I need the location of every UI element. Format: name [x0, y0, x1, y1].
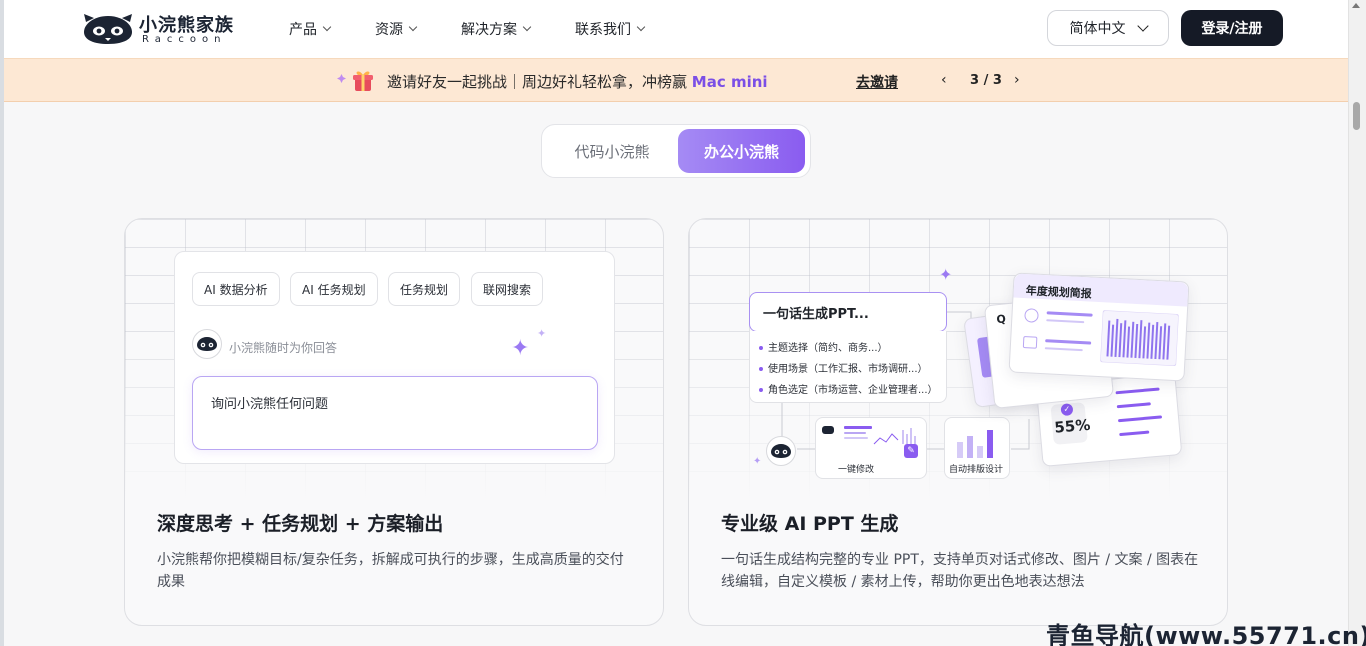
raccoon-icon: [771, 444, 791, 458]
ppt-option[interactable]: 主题选择（简约、商务...）: [759, 339, 888, 354]
nav-contact-label: 联系我们: [575, 22, 631, 38]
slide-line: [1115, 387, 1160, 395]
feature-card-deep-thinking: AI 数据分析 AI 任务规划 任务规划 联网搜索 小浣熊随时为你回答 ✦ ✦ …: [124, 218, 664, 626]
chip-task-planning[interactable]: 任务规划: [388, 272, 461, 306]
feature-card-ai-ppt: ✦ ✦ 一句话生成PPT... 主题选择（简约、商务...） 使用场景（工作汇报…: [688, 218, 1228, 626]
nav-contact[interactable]: 联系我们: [575, 19, 646, 39]
banner-message: 邀请好友一起挑战｜周边好礼轻松拿，冲榜赢 Mac mini: [387, 71, 768, 92]
slide-line: [1046, 319, 1085, 324]
target-icon: [1024, 308, 1039, 323]
avatar: [766, 436, 796, 466]
banner-highlight: Mac mini: [691, 73, 768, 91]
chevron-down-icon: [408, 22, 418, 32]
edit-icon[interactable]: ✎: [904, 444, 918, 458]
slide-line: [1044, 347, 1083, 352]
auto-layout-box[interactable]: 自动排版设计: [944, 417, 1010, 479]
ppt-prompt-input[interactable]: 一句话生成PPT...: [749, 292, 947, 332]
percent-value: 55%: [1053, 415, 1092, 437]
nav-solutions-label: 解决方案: [461, 22, 517, 38]
tab-code-raccoon[interactable]: 代码小浣熊: [548, 129, 676, 173]
ppt-option[interactable]: 使用场景（工作汇报、市场调研...）: [759, 360, 928, 375]
slide-line: [1117, 415, 1163, 423]
page: 小浣熊家族 Raccoon 产品 资源 解决方案 联系我们 简体中文 登录/注册: [4, 0, 1348, 646]
ppt-option[interactable]: 角色选定（市场运营、企业管理者...）: [759, 381, 938, 396]
sparkle-icon: ✦: [537, 327, 547, 340]
chip-ai-data-analysis[interactable]: AI 数据分析: [192, 272, 280, 306]
chevron-down-icon: [322, 22, 332, 32]
bar-chart-icon: [957, 430, 993, 458]
slide-line: [1119, 430, 1150, 437]
ask-input[interactable]: 询问小浣熊任何问题: [192, 376, 598, 450]
slide-annual-plan: 年度规划简报: [1008, 272, 1190, 382]
assistant-hint: 小浣熊随时为你回答: [229, 341, 338, 355]
chat-mockup: AI 数据分析 AI 任务规划 任务规划 联网搜索 小浣熊随时为你回答 ✦ ✦ …: [174, 251, 615, 464]
invite-link[interactable]: 去邀请: [856, 72, 898, 92]
scrollbar-thumb[interactable]: [1353, 102, 1360, 130]
card-title: 专业级 AI PPT 生成: [721, 513, 899, 535]
card-title: 深度思考 + 任务规划 + 方案输出: [157, 513, 444, 535]
nav-resources-label: 资源: [375, 22, 403, 38]
banner-text: 邀请好友一起挑战｜周边好礼轻松拿，冲榜赢: [387, 73, 692, 91]
banner-prev-button[interactable]: ‹: [941, 72, 947, 88]
slide-q-label: Q: [995, 312, 1007, 327]
slide-line: [1046, 311, 1093, 317]
chevron-down-icon: [636, 22, 646, 32]
card-description: 一句话生成结构完整的专业 PPT，支持单页对话式修改、图片 / 文案 / 图表在…: [721, 552, 1199, 590]
brand-subtitle: Raccoon: [142, 34, 227, 45]
banner-page-indicator: 3 / 3: [970, 73, 1002, 88]
scroll-up-arrow-icon[interactable]: [1352, 3, 1360, 8]
chip-ai-task-planning[interactable]: AI 任务规划: [290, 272, 378, 306]
gift-icon: [337, 71, 373, 91]
ppt-option-list: 主题选择（简约、商务...） 使用场景（工作汇报、市场调研...） 角色选定（市…: [749, 331, 947, 403]
document-icon: [1022, 336, 1038, 349]
slide-line: [1045, 339, 1092, 345]
slide-line: [1116, 402, 1151, 409]
tab-office-raccoon[interactable]: 办公小浣熊: [678, 129, 805, 173]
chevron-down-icon: [1136, 20, 1149, 32]
auto-layout-label: 自动排版设计: [949, 465, 1004, 475]
language-label: 简体中文: [1069, 21, 1126, 37]
edit-preview-box[interactable]: ✎ 一键修改: [815, 417, 927, 479]
product-tabs: 代码小浣熊 办公小浣熊: [541, 124, 811, 178]
chevron-down-icon: [522, 22, 532, 32]
top-header: 小浣熊家族 Raccoon 产品 资源 解决方案 联系我们 简体中文 登录/注册: [4, 0, 1348, 58]
chip-web-search[interactable]: 联网搜索: [471, 272, 544, 306]
login-button[interactable]: 登录/注册: [1181, 10, 1283, 46]
sparkle-icon: ✦: [511, 336, 530, 361]
nav-solutions[interactable]: 解决方案: [461, 19, 532, 39]
promo-banner: 邀请好友一起挑战｜周边好礼轻松拿，冲榜赢 Mac mini 去邀请 ‹ 3 / …: [4, 58, 1348, 102]
language-select[interactable]: 简体中文: [1047, 10, 1169, 46]
scrollbar[interactable]: [1348, 0, 1366, 646]
nav-products-label: 产品: [289, 22, 317, 38]
edit-label: 一键修改: [838, 465, 875, 475]
nav-products[interactable]: 产品: [289, 19, 332, 39]
raccoon-icon: [197, 337, 217, 351]
slide-bar-chart: [1100, 310, 1179, 367]
slide-title: 年度规划简报: [1025, 284, 1093, 301]
card-description: 小浣熊帮你把模糊目标/复杂任务，拆解成可执行的步骤，生成高质量的交付成果: [157, 552, 624, 590]
logo[interactable]: 小浣熊家族 Raccoon: [82, 10, 242, 50]
raccoon-logo-icon: [84, 14, 132, 44]
nav-resources[interactable]: 资源: [375, 19, 418, 39]
banner-next-button[interactable]: ›: [1014, 72, 1020, 88]
watermark: 青鱼导航(www.55771.cn): [1046, 622, 1366, 646]
avatar: [192, 329, 222, 359]
